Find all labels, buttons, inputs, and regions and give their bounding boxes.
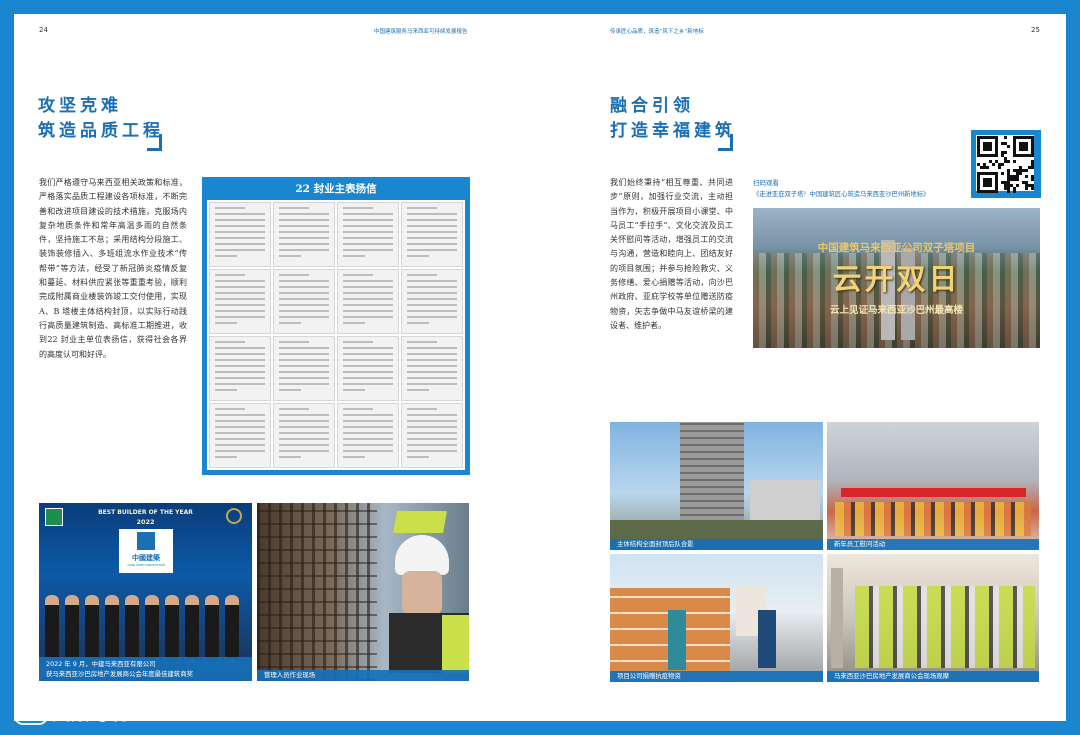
- award-photo: BEST BUILDER OF THE YEAR 2022 中國建築 CHINA…: [39, 503, 252, 681]
- letters-grid: [207, 200, 465, 470]
- left-page-number: 24: [39, 26, 48, 34]
- rebar-cage: [257, 503, 377, 681]
- photo-caption-1: 主体结构全面封顶后队合影: [610, 539, 823, 550]
- award-year: 2022: [136, 518, 155, 526]
- left-title-line-2: 筑造品质工程: [38, 121, 164, 141]
- right-page-number: 25: [1031, 26, 1040, 34]
- attendee-figure: [145, 595, 159, 657]
- video-title-link[interactable]: 《走进亚庇双子塔！中国建筑匠心筑造马来西亚沙巴州新地标》: [753, 189, 929, 198]
- right-running-header: 传承匠心品质，筑造“风下之乡”新地标: [610, 29, 704, 35]
- right-title-bracket: [718, 134, 733, 151]
- second-worker-vest: [393, 511, 447, 533]
- praise-letter-thumbnail: [401, 269, 463, 334]
- left-title-bracket: [147, 134, 162, 151]
- cscec-logo-icon: [137, 532, 155, 550]
- visitors-in-vests: [855, 586, 1035, 668]
- worker-face: [402, 571, 442, 615]
- right-title-line-1: 融合引领: [610, 96, 694, 116]
- attendee-figure: [225, 595, 239, 657]
- attendee-figure: [45, 595, 59, 657]
- award-caption: 2022 年 9 月，中建马来西亚有限公司 获马来西亚沙巴房地产发展商公会年度最…: [39, 657, 252, 681]
- award-attendees: [45, 595, 245, 657]
- left-body-text: 我们严格遵守马来西亚相关政策和标准，严格落实品质工程建设各项标准，不断完善和改进…: [39, 178, 187, 359]
- attendee-figure: [125, 595, 139, 657]
- worker-photo: 管理人员作业现场: [257, 503, 469, 681]
- trophy-emblem-icon: [226, 508, 242, 524]
- video-overlay-top: 中国建筑马来西亚公司双子塔项目: [817, 242, 976, 254]
- qr-code-frame: [971, 130, 1041, 198]
- new-year-visit-photo: 新年员工慰问活动: [827, 422, 1039, 550]
- award-caption-line-2: 获马来西亚沙巴房地产发展商公会年度最佳建筑商奖: [46, 670, 193, 678]
- praise-letters-title: 22 封业主表扬信: [295, 183, 377, 195]
- video-overlay-bottom: 云上见证马来西亚沙巴州最高楼: [829, 305, 963, 316]
- praise-letter-thumbnail: [337, 269, 399, 334]
- praise-letters-panel: 22 封业主表扬信: [202, 177, 470, 475]
- praise-letter-thumbnail: [401, 202, 463, 267]
- praise-letter-thumbnail: [337, 202, 399, 267]
- page-frame: 24 中国建筑服务马来西亚可持续发展报告 攻坚克难 筑造品质工程 我们严格遵守马…: [0, 0, 1080, 735]
- attendee-figure: [85, 595, 99, 657]
- left-section-title: 攻坚克难 筑造品质工程: [38, 94, 164, 144]
- praise-letter-thumbnail: [209, 336, 271, 401]
- praise-letter-thumbnail: [401, 336, 463, 401]
- right-body-text: 我们始终秉持“相互尊重、共同进步”原则，加强行业交流，主动担当作为，积极开展项目…: [610, 178, 733, 330]
- scan-label: 扫码观看: [753, 179, 779, 187]
- left-running-header: 中国建筑服务马来西亚可持续发展报告: [374, 29, 468, 35]
- qr-code-icon[interactable]: [976, 135, 1034, 193]
- attendee-figure: [105, 595, 119, 657]
- praise-letter-thumbnail: [209, 269, 271, 334]
- praise-letter-thumbnail: [273, 403, 335, 468]
- watermark-text: 大数跨境: [52, 704, 128, 725]
- praise-letter-thumbnail: [273, 336, 335, 401]
- report-spread: 24 中国建筑服务马来西亚可持续发展报告 攻坚克难 筑造品质工程 我们严格遵守马…: [14, 14, 1066, 721]
- video-overlay-title: 云开双日: [832, 262, 961, 296]
- safety-vest: [442, 615, 469, 673]
- hard-hat: [395, 535, 449, 575]
- staff-person: [758, 610, 776, 668]
- left-title-line-1: 攻坚克难: [38, 96, 122, 116]
- award-caption-line-1: 2022 年 9 月，中建马来西亚有限公司: [46, 660, 156, 668]
- red-banner: [841, 488, 1026, 497]
- attendee-figure: [165, 595, 179, 657]
- crowd-of-workers: [835, 502, 1031, 536]
- praise-letter-thumbnail: [337, 336, 399, 401]
- staff-person-2: [668, 610, 686, 670]
- praise-letter-thumbnail: [337, 403, 399, 468]
- tower-topping-photo: 主体结构全面封顶后队合影: [610, 422, 823, 550]
- attendee-figure: [185, 595, 199, 657]
- video-thumbnail[interactable]: 中国建筑马来西亚公司双子塔项目 云开双日 云上见证马来西亚沙巴州最高楼: [753, 208, 1040, 348]
- cscec-logo-text: 中國建築: [132, 554, 160, 562]
- worker-caption: 管理人员作业现场: [257, 670, 469, 681]
- watermark: 大数跨境: [14, 700, 128, 728]
- concrete-column: [831, 568, 843, 668]
- attendee-figure: [65, 595, 79, 657]
- attendee-figure: [205, 595, 219, 657]
- praise-letter-thumbnail: [273, 202, 335, 267]
- photo-caption-3: 项目公司捐赠抗疫物资: [610, 671, 823, 682]
- praise-letter-thumbnail: [273, 269, 335, 334]
- photo-caption-4: 马来西亚沙巴房地产发展商公会现场观摩: [827, 671, 1039, 682]
- watermark-logo-icon: [14, 705, 48, 725]
- cscec-logo-board: 中國建築 CHINA STATE CONSTRUCTION: [119, 529, 173, 573]
- praise-letter-thumbnail: [209, 403, 271, 468]
- award-banner-text: BEST BUILDER OF THE YEAR: [98, 509, 193, 516]
- site-tour-photo: 马来西亚沙巴房地产发展商公会现场观摩: [827, 554, 1039, 682]
- donation-photo: 项目公司捐赠抗疫物资: [610, 554, 823, 682]
- praise-letter-thumbnail: [209, 202, 271, 267]
- cscec-logo-subtext: CHINA STATE CONSTRUCTION: [127, 564, 165, 567]
- praise-letter-thumbnail: [401, 403, 463, 468]
- photo-caption-2: 新年员工慰问活动: [827, 539, 1039, 550]
